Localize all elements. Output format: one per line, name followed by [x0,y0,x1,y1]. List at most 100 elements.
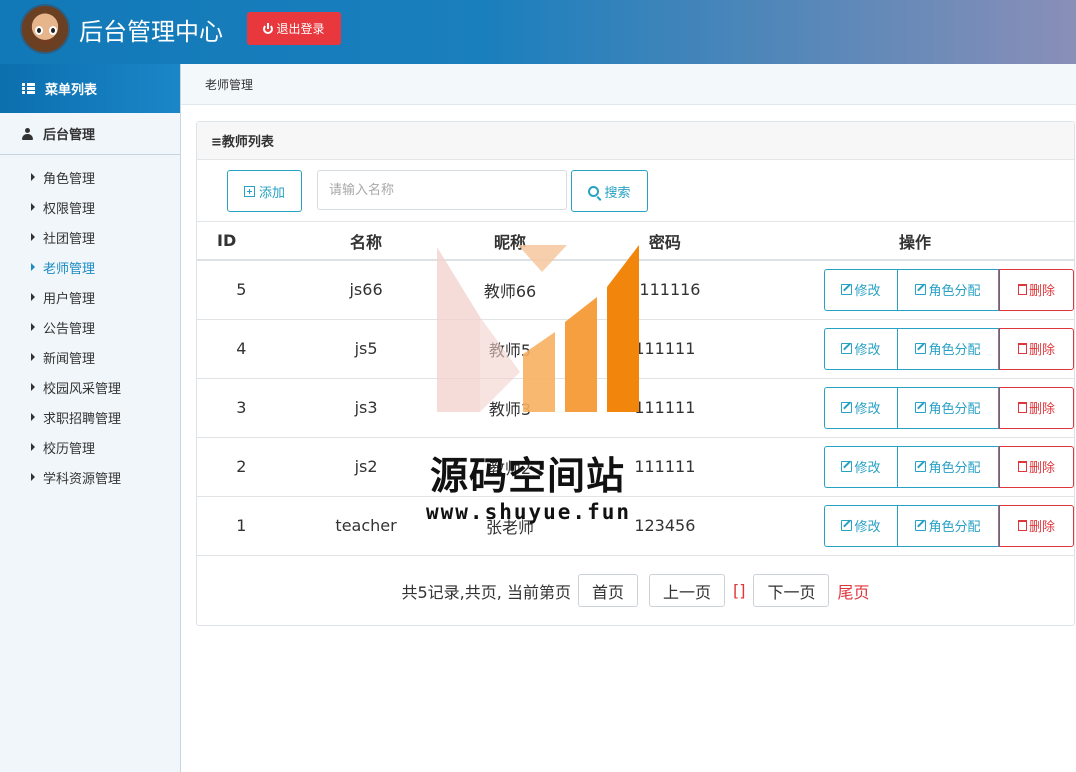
assign-role-label: 角色分配 [928,284,981,300]
caret-right-icon [31,203,35,211]
add-button[interactable]: 添加 [227,170,302,212]
cell-password: 111111 [573,378,756,438]
edit-icon [915,284,927,296]
teacher-table: ID 名称 昵称 密码 操作 5 js66 教师66 1111116 修改 角色分配 删除 4… [197,222,1074,556]
sidebar-item[interactable]: 校园风采管理 [0,372,180,402]
breadcrumb: 老师管理 [181,64,1076,105]
search-input[interactable] [317,170,567,210]
assign-role-button[interactable]: 角色分配 [898,445,999,488]
delete-button[interactable]: 删除 [999,268,1074,311]
assign-role-button[interactable]: 角色分配 [898,268,999,311]
add-label: 添加 [258,185,285,201]
edit-icon [841,520,853,531]
edit-button[interactable]: 修改 [824,445,898,488]
table-row: 4 js5 教师5 111111 修改 角色分配 删除 [197,319,1074,379]
edit-button[interactable]: 修改 [824,504,898,547]
sidebar-item-label: 校历管理 [43,441,96,457]
sidebar-item[interactable]: 用户管理 [0,282,180,312]
caret-right-icon [31,413,35,421]
user-icon [22,127,33,140]
col-header-actions: 操作 [756,222,1074,261]
caret-right-icon [31,443,35,451]
edit-label: 修改 [854,520,881,535]
col-header-id: ID [197,222,286,261]
sidebar-item[interactable]: 公告管理 [0,312,180,342]
sidebar-group-admin[interactable]: 后台管理 [0,113,180,155]
first-page-button[interactable]: 首页 [577,574,638,607]
cell-actions: 修改 角色分配 删除 [756,437,1074,497]
cell-id: 4 [197,319,286,379]
trash-icon [1017,520,1027,531]
cell-id: 3 [197,378,286,438]
assign-role-button[interactable]: 角色分配 [898,386,999,429]
sidebar-item[interactable]: 求职招聘管理 [0,402,180,432]
assign-role-label: 角色分配 [928,520,981,535]
sidebar-item-label: 权限管理 [43,201,96,217]
edit-icon [841,461,853,472]
cell-nickname: 教师3 [446,378,574,438]
delete-button[interactable]: 删除 [999,445,1074,488]
cell-id: 1 [197,496,286,556]
prev-page-button[interactable]: 上一页 [648,574,725,607]
delete-button[interactable]: 删除 [999,504,1074,547]
caret-right-icon [31,293,35,301]
sidebar-item-label: 用户管理 [43,291,96,307]
sidebar-group-label: 后台管理 [43,128,96,143]
sidebar-item[interactable]: 新闻管理 [0,342,180,372]
col-header-password: 密码 [573,222,756,261]
cell-actions: 修改 角色分配 删除 [756,319,1074,379]
assign-role-button[interactable]: 角色分配 [898,504,999,547]
cell-password: 111111 [573,319,756,379]
cell-actions: 修改 角色分配 删除 [756,496,1074,556]
table-row: 2 js2 教师2 111111 修改 角色分配 删除 [197,437,1074,497]
sidebar-item-label: 校园风采管理 [43,381,122,397]
edit-icon [841,343,853,354]
sidebar-item[interactable]: 角色管理 [0,162,180,192]
caret-right-icon [31,473,35,481]
next-page-button[interactable]: 下一页 [753,574,830,607]
caret-right-icon [31,233,35,241]
caret-right-icon [31,383,35,391]
assign-role-label: 角色分配 [928,461,981,476]
sidebar-item[interactable]: 权限管理 [0,192,180,222]
cell-actions: 修改 角色分配 删除 [756,260,1074,320]
logout-button[interactable]: 退出登录 [247,12,341,45]
sidebar-item[interactable]: 校历管理 [0,432,180,462]
cell-nickname: 教师66 [446,260,574,320]
delete-button[interactable]: 删除 [999,386,1074,429]
trash-icon [1017,343,1027,354]
cell-id: 5 [197,260,286,320]
edit-button[interactable]: 修改 [824,327,898,370]
pagination: 共5记录,共页, 当前第页 首页 上一页 [] 下一页 尾页 [197,574,1074,607]
cell-name: teacher [285,496,447,556]
table-row: 1 teacher 张老师 123456 修改 角色分配 删除 [197,496,1074,556]
cell-name: js2 [285,437,447,497]
trash-icon [1017,284,1027,296]
edit-button[interactable]: 修改 [824,386,898,429]
sidebar-item-label: 角色管理 [43,171,96,187]
sidebar-item-label: 公告管理 [43,321,96,337]
edit-label: 修改 [854,343,881,358]
edit-icon [915,343,927,354]
delete-button[interactable]: 删除 [999,327,1074,370]
watermark-title: 源码空间站 [430,454,626,498]
sidebar-item[interactable]: 老师管理 [0,252,180,282]
last-page-link[interactable]: 尾页 [837,579,869,603]
assign-role-button[interactable]: 角色分配 [898,327,999,370]
caret-right-icon [31,323,35,331]
sidebar-item-label: 社团管理 [43,231,96,247]
sidebar-item-label: 新闻管理 [43,351,96,367]
trash-icon [1017,402,1027,413]
sidebar-item[interactable]: 学科资源管理 [0,462,180,492]
edit-label: 修改 [854,461,881,476]
pagination-info: 共5记录,共页, 当前第页 [401,582,571,602]
app-title: 后台管理中心 [79,18,223,46]
edit-button[interactable]: 修改 [824,268,898,311]
delete-label: 删除 [1028,284,1055,300]
table-body: 5 js66 教师66 1111116 修改 角色分配 删除 4 js5 教师5 111111 修改角… [197,260,1074,556]
sidebar-item-label: 老师管理 [43,261,96,277]
sidebar-item[interactable]: 社团管理 [0,222,180,252]
top-header: 后台管理中心 退出登录 [0,0,1076,64]
col-header-name: 名称 [285,222,447,261]
search-button[interactable]: 搜索 [571,170,648,212]
